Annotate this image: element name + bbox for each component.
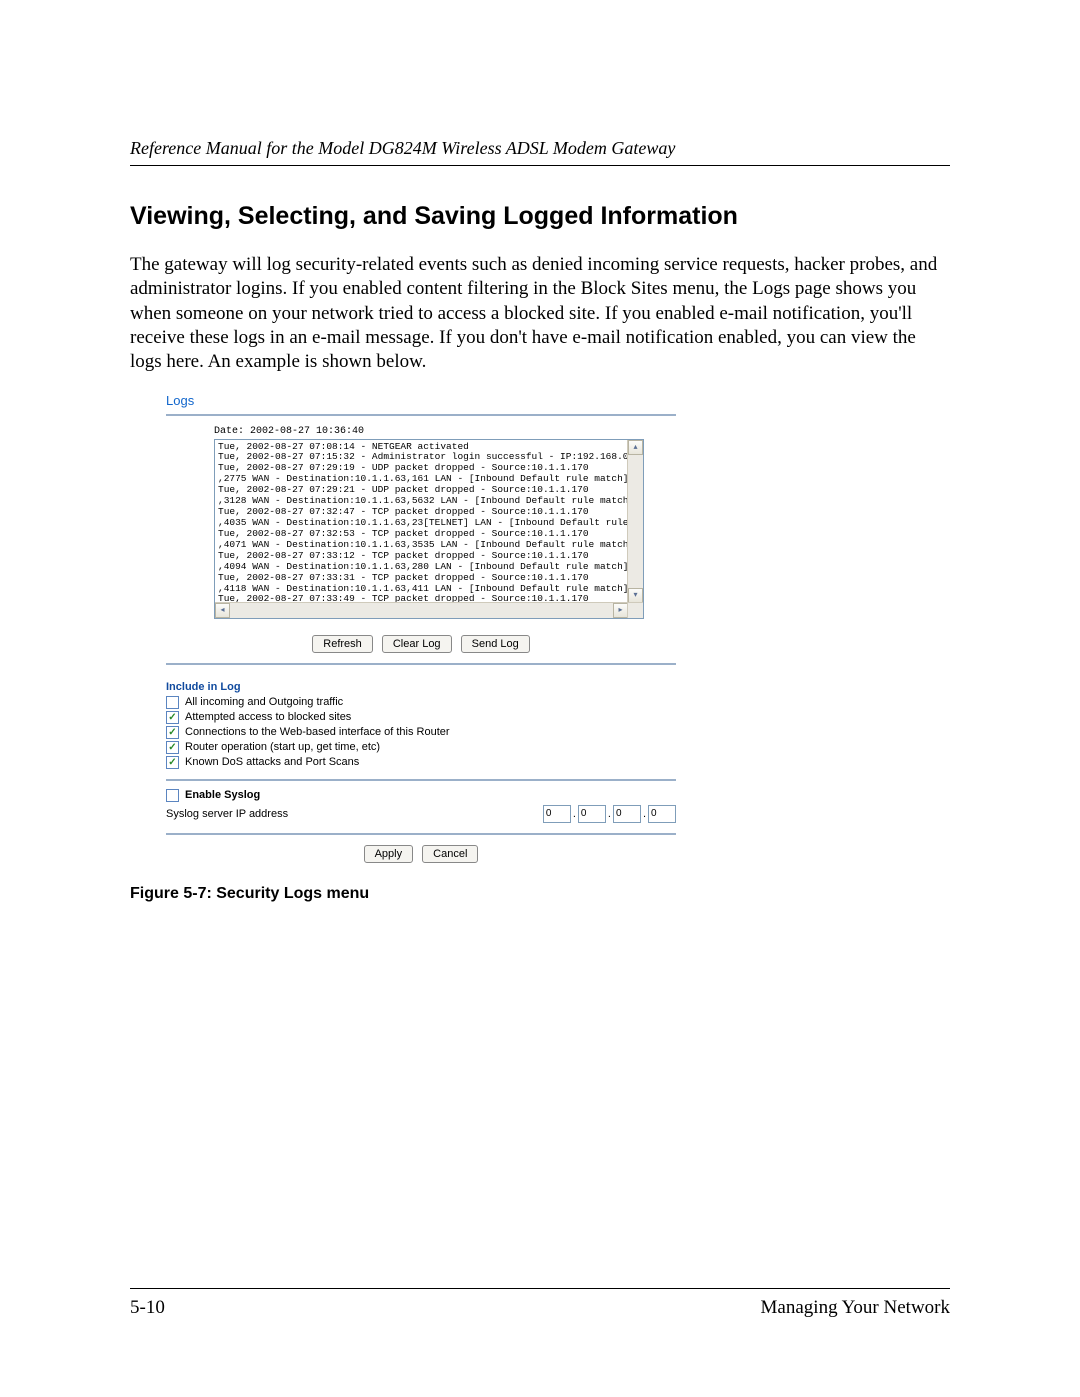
include-option-row[interactable]: Connections to the Web-based interface o… (166, 726, 676, 739)
scroll-corner (627, 602, 643, 618)
checkbox-icon[interactable] (166, 726, 179, 739)
horizontal-scrollbar[interactable]: ◂ ▸ (215, 602, 628, 618)
checkbox-icon[interactable] (166, 696, 179, 709)
checkbox-icon[interactable] (166, 741, 179, 754)
include-option-label: Connections to the Web-based interface o… (185, 726, 450, 738)
footer-section: Managing Your Network (761, 1297, 950, 1319)
checkbox-icon[interactable] (166, 789, 179, 802)
page-footer: 5-10 Managing Your Network (130, 1288, 950, 1319)
scroll-down-icon[interactable]: ▾ (628, 588, 643, 603)
dot-icon: . (608, 808, 611, 820)
logs-heading: Logs (166, 393, 676, 408)
figure-caption: Figure 5-7: Security Logs menu (130, 885, 950, 903)
syslog-ip-label: Syslog server IP address (166, 808, 288, 820)
include-option-row[interactable]: Known DoS attacks and Port Scans (166, 756, 676, 769)
divider (166, 663, 676, 665)
scroll-right-icon[interactable]: ▸ (613, 603, 628, 618)
log-content: Tue, 2002-08-27 07:08:14 - NETGEAR activ… (215, 440, 643, 607)
vertical-scrollbar[interactable]: ▴ ▾ (627, 440, 643, 603)
include-option-row[interactable]: Router operation (start up, get time, et… (166, 741, 676, 754)
page-number: 5-10 (130, 1297, 165, 1319)
ip-octet-1[interactable] (543, 805, 571, 823)
clear-log-button[interactable]: Clear Log (382, 635, 452, 653)
ip-octet-2[interactable] (578, 805, 606, 823)
ip-octet-3[interactable] (613, 805, 641, 823)
body-paragraph: The gateway will log security-related ev… (130, 253, 950, 375)
include-option-label: Attempted access to blocked sites (185, 711, 351, 723)
figure-screenshot: Logs Date: 2002-08-27 10:36:40 Tue, 2002… (166, 393, 676, 863)
divider (166, 779, 676, 781)
include-option-row[interactable]: All incoming and Outgoing traffic (166, 696, 676, 709)
cancel-button[interactable]: Cancel (422, 845, 478, 863)
refresh-button[interactable]: Refresh (312, 635, 373, 653)
include-option-label: Known DoS attacks and Port Scans (185, 756, 359, 768)
ip-octet-4[interactable] (648, 805, 676, 823)
scroll-up-icon[interactable]: ▴ (628, 440, 643, 455)
apply-button[interactable]: Apply (364, 845, 414, 863)
divider (166, 833, 676, 835)
divider (166, 414, 676, 416)
scroll-left-icon[interactable]: ◂ (215, 603, 230, 618)
enable-syslog-label: Enable Syslog (185, 789, 260, 801)
log-date: Date: 2002-08-27 10:36:40 (214, 426, 676, 437)
checkbox-icon[interactable] (166, 756, 179, 769)
checkbox-icon[interactable] (166, 711, 179, 724)
include-option-row[interactable]: Attempted access to blocked sites (166, 711, 676, 724)
include-in-log-heading: Include in Log (166, 681, 676, 693)
document-header: Reference Manual for the Model DG824M Wi… (130, 138, 950, 166)
include-option-label: All incoming and Outgoing traffic (185, 696, 343, 708)
send-log-button[interactable]: Send Log (461, 635, 530, 653)
enable-syslog-row[interactable]: Enable Syslog (166, 789, 676, 802)
include-option-label: Router operation (start up, get time, et… (185, 741, 380, 753)
section-title: Viewing, Selecting, and Saving Logged In… (130, 202, 950, 231)
syslog-ip-inputs: . . . (543, 805, 676, 823)
log-textarea[interactable]: Tue, 2002-08-27 07:08:14 - NETGEAR activ… (214, 439, 644, 619)
dot-icon: . (643, 808, 646, 820)
dot-icon: . (573, 808, 576, 820)
